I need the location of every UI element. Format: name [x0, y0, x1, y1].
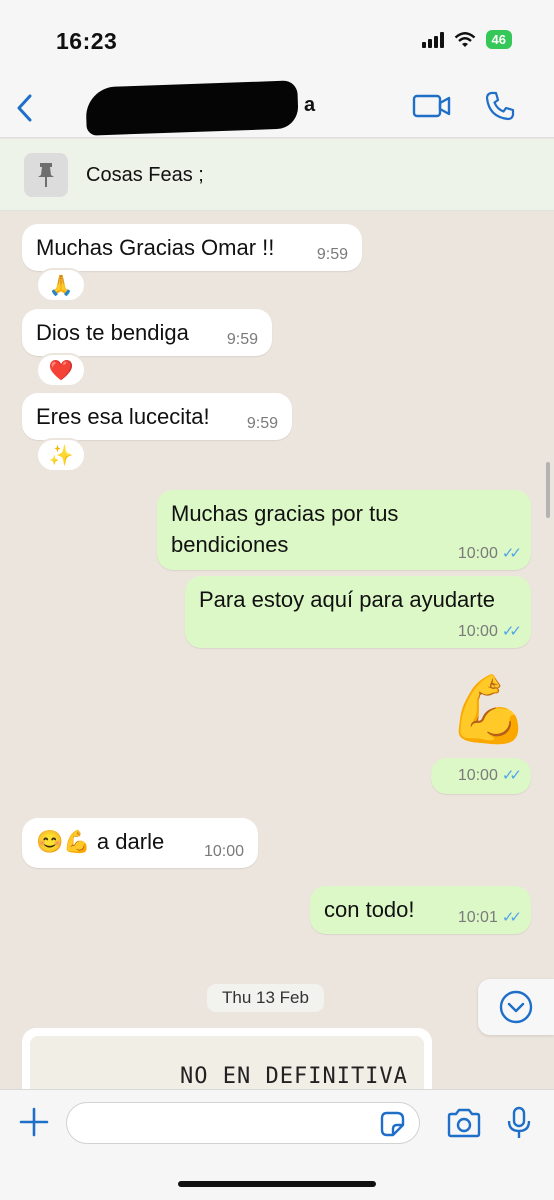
emoji: 😊💪	[36, 829, 91, 854]
read-ticks-icon: ✓✓	[501, 623, 522, 640]
status-icons: 46	[421, 30, 512, 49]
message-time: 10:00	[203, 843, 244, 860]
message-text-line: Muchas gracias por tus	[171, 501, 399, 526]
message-time: 10:01 ✓✓	[457, 909, 522, 926]
chat-header: a	[0, 80, 554, 138]
camera-button[interactable]	[446, 1108, 482, 1143]
message-time: 9:59	[246, 415, 278, 432]
message-outgoing[interactable]: con todo! 10:01 ✓✓	[310, 886, 531, 934]
signal-icon	[421, 31, 444, 48]
wifi-icon	[454, 31, 475, 47]
video-call-button[interactable]	[412, 92, 452, 125]
scroll-to-bottom-button[interactable]	[478, 979, 554, 1035]
reaction-badge[interactable]: ✨	[36, 438, 86, 472]
reaction-badge[interactable]: 🙏	[36, 268, 86, 302]
read-ticks-icon: ✓✓	[501, 545, 522, 562]
message-time: 10:00 ✓✓	[457, 623, 522, 640]
camera-icon	[447, 1108, 481, 1138]
emoji-message[interactable]: 💪	[444, 664, 534, 754]
message-text: Para estoy aquí para ayudarte	[199, 587, 495, 612]
message-time: 10:00 ✓✓	[457, 767, 522, 784]
message-time: 9:59	[316, 246, 348, 263]
reaction-badge[interactable]: ❤️	[36, 353, 86, 387]
read-ticks-icon: ✓✓	[501, 909, 522, 926]
pinned-message-bar[interactable]: Cosas Feas ;	[0, 139, 554, 211]
message-incoming[interactable]: Dios te bendiga 9:59	[22, 309, 272, 356]
message-time: 9:59	[226, 331, 258, 348]
message-text: Muchas Gracias Omar !!	[36, 235, 275, 260]
microphone-icon	[507, 1106, 531, 1138]
pinned-message-text: Cosas Feas ;	[86, 164, 204, 186]
image-preview: NO EN DEFINITIVA	[30, 1036, 424, 1089]
message-outgoing[interactable]: Para estoy aquí para ayudarte 10:00 ✓✓	[185, 576, 531, 648]
image-message[interactable]: NO EN DEFINITIVA	[22, 1028, 432, 1089]
message-input[interactable]	[66, 1102, 420, 1144]
sticker-button[interactable]	[378, 1110, 406, 1143]
contact-name-redaction[interactable]	[85, 80, 299, 136]
phone-icon	[485, 91, 515, 121]
message-text: Dios te bendiga	[36, 320, 189, 345]
message-outgoing[interactable]: Muchas gracias por tus bendiciones 10:00…	[157, 490, 531, 570]
input-bar	[0, 1089, 554, 1200]
read-ticks-icon: ✓✓	[501, 767, 522, 784]
message-text: a darle	[96, 829, 165, 854]
status-time: 16:23	[56, 28, 118, 54]
plus-icon	[19, 1107, 49, 1137]
video-camera-icon	[412, 94, 451, 118]
status-bar: 16:23 46	[0, 0, 554, 80]
message-time: 10:00 ✓✓	[457, 545, 522, 562]
flexed-biceps-icon: 💪	[447, 672, 531, 746]
message-incoming[interactable]: Eres esa lucecita! 9:59	[22, 393, 292, 440]
chevron-down-icon	[499, 990, 533, 1024]
chat-area[interactable]: Muchas Gracias Omar !! 9:59 🙏 Dios te be…	[0, 212, 554, 1089]
message-text: con todo!	[324, 897, 415, 922]
scrollbar[interactable]	[546, 462, 550, 518]
message-time-chip: 10:00 ✓✓	[431, 758, 531, 794]
message-text: Eres esa lucecita!	[36, 404, 210, 429]
microphone-button[interactable]	[506, 1106, 532, 1145]
date-separator: Thu 13 Feb	[207, 984, 324, 1012]
voice-call-button[interactable]	[484, 90, 516, 127]
contact-name[interactable]: a	[304, 94, 315, 117]
chevron-left-icon	[17, 94, 32, 122]
battery-icon: 46	[485, 30, 512, 49]
message-incoming[interactable]: 😊💪 a darle 10:00	[22, 818, 258, 868]
pin-icon	[24, 153, 68, 197]
message-incoming[interactable]: Muchas Gracias Omar !! 9:59	[22, 224, 362, 271]
image-text: NO EN DEFINITIVA	[180, 1064, 408, 1089]
sticker-icon	[380, 1111, 405, 1137]
back-button[interactable]	[10, 88, 40, 128]
home-indicator[interactable]	[178, 1181, 376, 1187]
attach-button[interactable]	[18, 1106, 50, 1143]
